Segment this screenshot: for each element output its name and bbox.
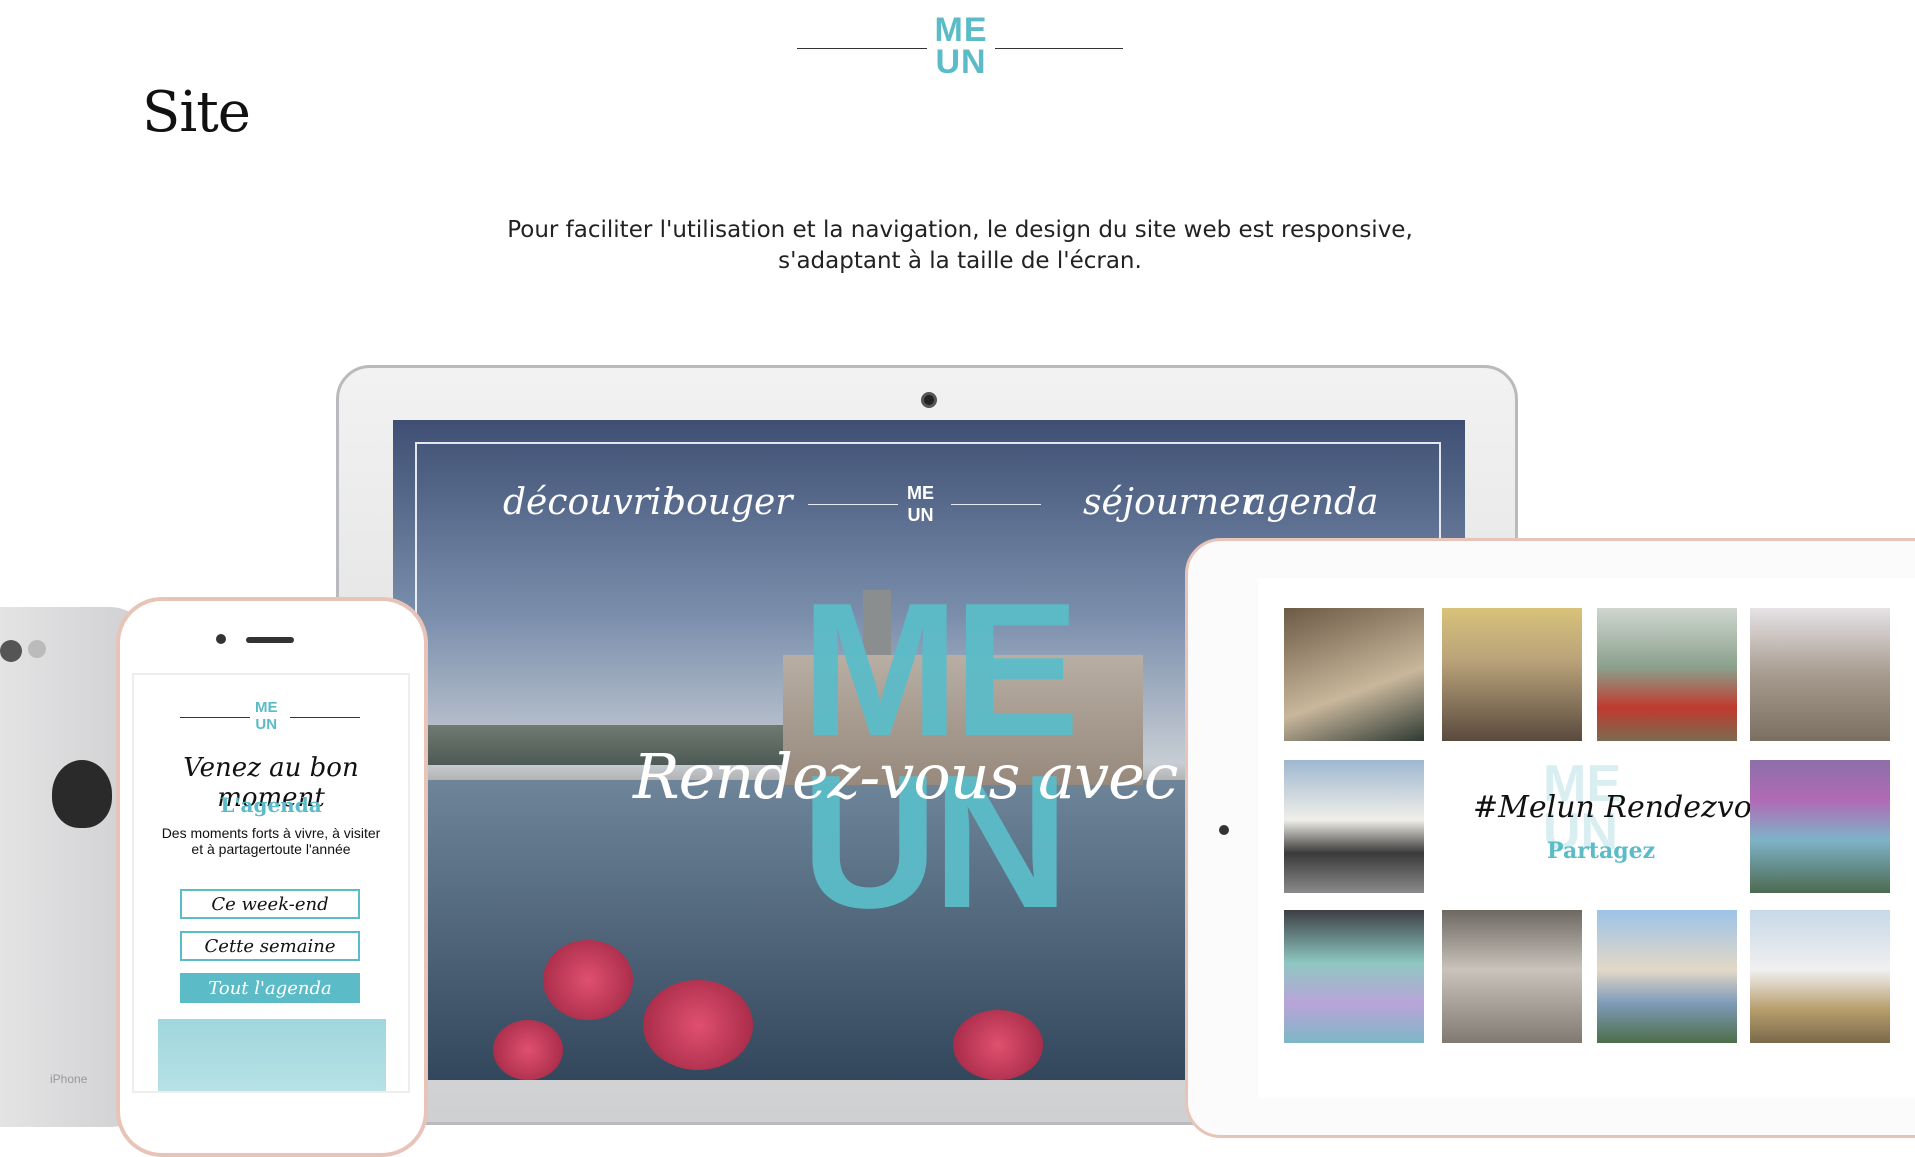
phone-back-camera — [0, 640, 22, 662]
page-title: Site — [142, 80, 251, 145]
photo-tile[interactable] — [1597, 608, 1737, 741]
phone-screen: ME UN Venez au bon moment L'agenda Des m… — [132, 673, 410, 1093]
all-agenda-button[interactable]: Tout l'agenda — [180, 973, 360, 1003]
photo-tile[interactable] — [1284, 910, 1424, 1043]
phone-banner-image — [158, 1019, 386, 1091]
photo-tile[interactable] — [1750, 910, 1890, 1043]
melun-logo[interactable]: ME UN — [930, 11, 992, 81]
nav-rule-right — [951, 504, 1041, 505]
phone-subheading: L'agenda — [220, 793, 322, 817]
laptop-camera — [921, 392, 937, 408]
intro-text: Pour faciliter l'utilisation et la navig… — [507, 217, 1413, 274]
logo-un: UN — [935, 43, 987, 81]
nav-decouvrir[interactable]: découvrir — [503, 482, 679, 523]
phone-speaker — [246, 637, 294, 643]
hero-logo-me: ME — [801, 564, 1080, 776]
header-rule-left — [797, 48, 927, 49]
nav-sejourner[interactable]: séjourner — [1083, 482, 1258, 523]
logo-me: ME — [934, 11, 988, 49]
hashtag-label: #Melun Rendezvous — [1473, 790, 1787, 825]
nav-bouger[interactable]: bouger — [663, 482, 792, 523]
photo-tile[interactable] — [1750, 608, 1890, 741]
header-rule-right — [995, 48, 1123, 49]
phone-description: Des moments forts à vivre, à visiter et … — [161, 825, 381, 857]
photo-tile[interactable] — [1442, 910, 1582, 1043]
phone-logo[interactable]: ME UN — [255, 699, 278, 733]
share-label[interactable]: Partagez — [1547, 838, 1655, 864]
phone-back-flash — [28, 640, 46, 658]
this-week-button[interactable]: Cette semaine — [180, 931, 360, 961]
phone-rule-left — [180, 717, 250, 718]
iphone-label: iPhone — [50, 1072, 88, 1086]
photo-tile[interactable] — [1597, 910, 1737, 1043]
photo-tile[interactable] — [1750, 760, 1890, 893]
nav-logo[interactable]: ME UN — [907, 482, 934, 526]
tablet-camera — [1219, 825, 1229, 835]
nav-rule-left — [808, 504, 898, 505]
nav-agenda[interactable]: agenda — [1245, 482, 1379, 523]
photo-tile[interactable] — [1442, 608, 1582, 741]
apple-icon — [52, 760, 112, 828]
phone-rule-right — [290, 717, 360, 718]
weekend-button[interactable]: Ce week-end — [180, 889, 360, 919]
phone-front-camera — [216, 634, 226, 644]
photo-tile[interactable] — [1284, 760, 1424, 893]
photo-tile[interactable] — [1284, 608, 1424, 741]
